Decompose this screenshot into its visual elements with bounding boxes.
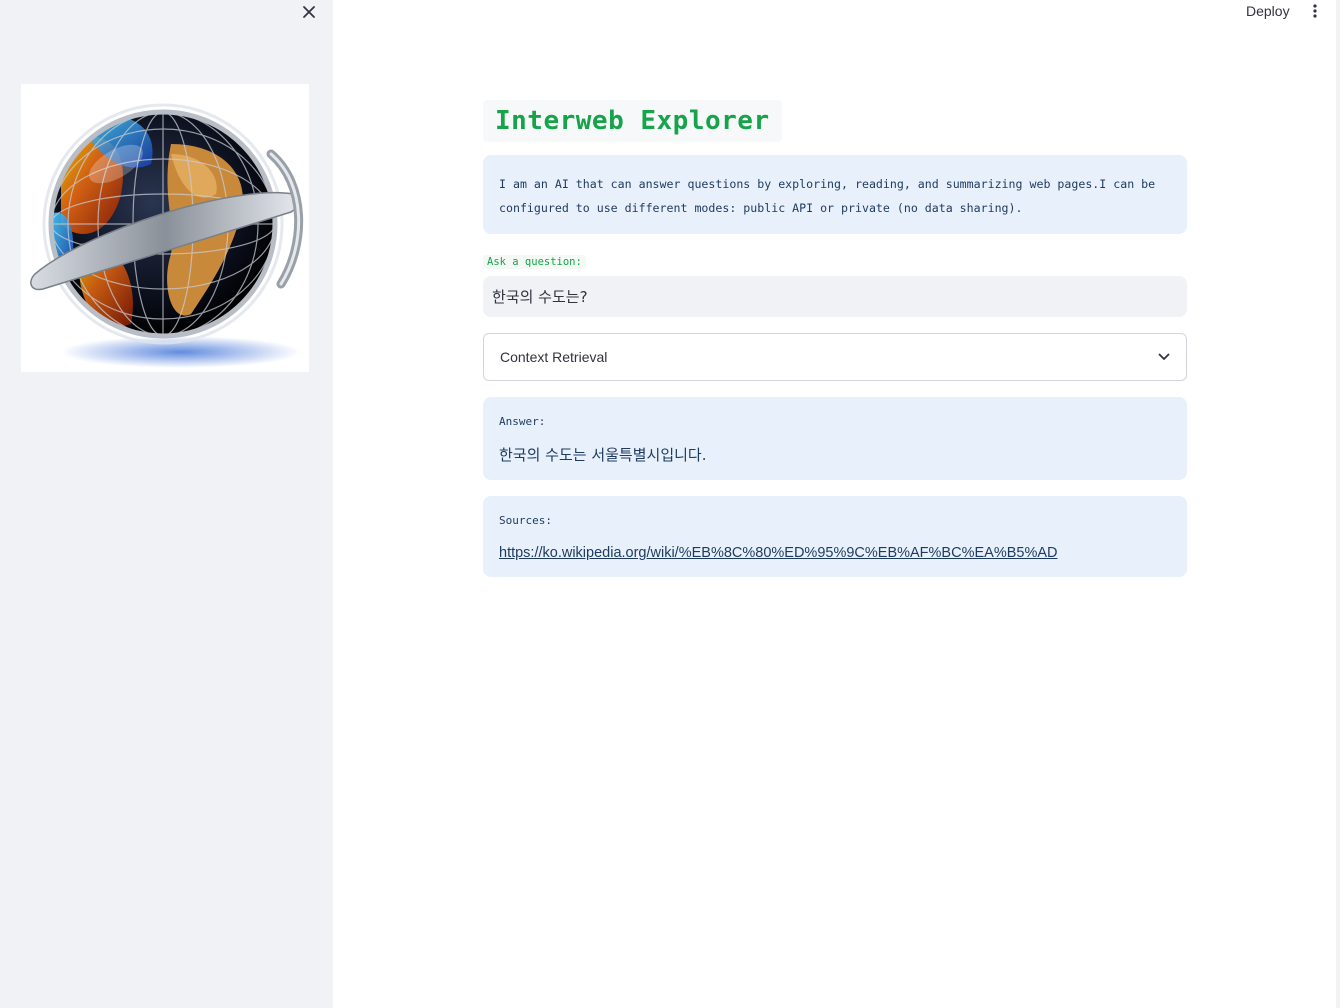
close-icon (303, 6, 315, 18)
answer-label: Answer: (499, 415, 546, 428)
main-content: Interweb Explorer I am an AI that can an… (483, 100, 1187, 577)
page-title: Interweb Explorer (483, 100, 782, 142)
kebab-menu-icon (1313, 4, 1317, 18)
globe-logo (21, 84, 309, 372)
expander-label: Context Retrieval (500, 349, 608, 365)
sources-card: Sources: https://ko.wikipedia.org/wiki/%… (483, 496, 1187, 577)
sidebar (0, 0, 333, 1008)
source-link[interactable]: https://ko.wikipedia.org/wiki/%EB%8C%80%… (499, 543, 1057, 563)
intro-message: I am an AI that can answer questions by … (483, 155, 1187, 234)
context-retrieval-expander[interactable]: Context Retrieval (483, 333, 1187, 381)
chevron-down-icon (1158, 353, 1170, 360)
main-menu-button[interactable] (1305, 0, 1325, 22)
question-label: Ask a question: (483, 255, 586, 269)
page-scrollbar[interactable] (1336, 0, 1340, 1008)
answer-card: Answer: 한국의 수도는 서울특별시입니다. (483, 397, 1187, 480)
answer-text: 한국의 수도는 서울특별시입니다. (499, 446, 707, 464)
close-sidebar-button[interactable] (297, 0, 321, 24)
deploy-button[interactable]: Deploy (1236, 0, 1300, 22)
question-input[interactable] (483, 276, 1187, 317)
sources-label: Sources: (499, 514, 552, 527)
